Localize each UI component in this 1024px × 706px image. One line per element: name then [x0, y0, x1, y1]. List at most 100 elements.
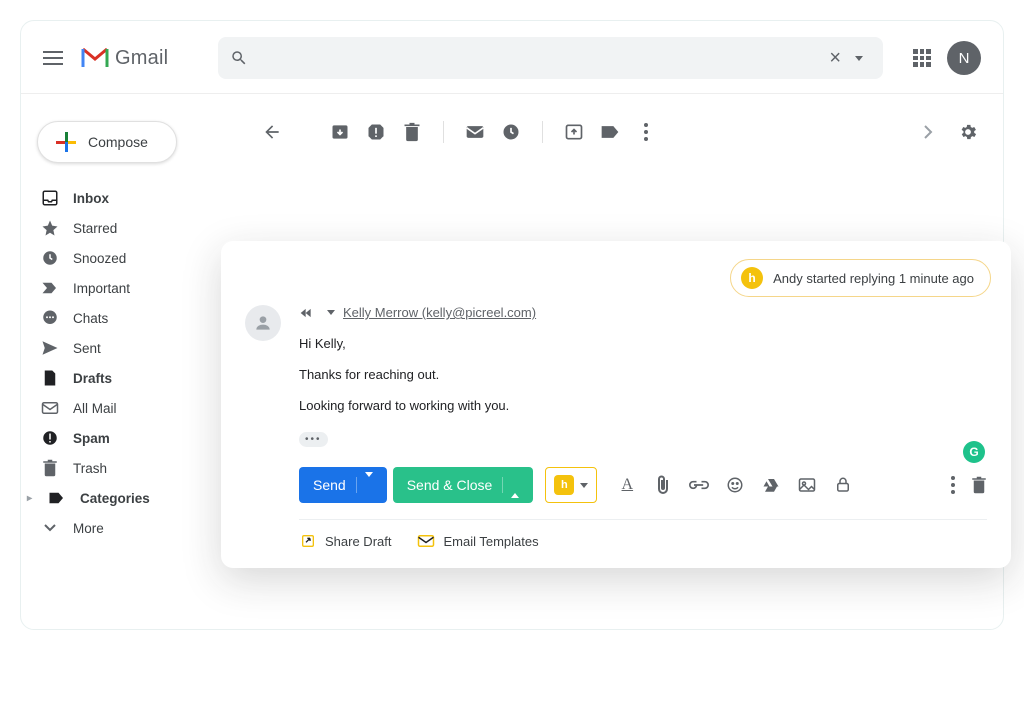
nav-label: All Mail — [73, 401, 117, 416]
chevron-right-icon: ▸ — [27, 493, 32, 504]
clock-icon — [41, 249, 59, 267]
compose-plus-icon — [56, 132, 76, 152]
report-spam-button[interactable] — [365, 121, 387, 143]
send-button[interactable]: Send — [299, 467, 387, 503]
back-button[interactable] — [261, 121, 283, 143]
compose-label: Compose — [88, 134, 148, 150]
sidebar-item-more[interactable]: More — [37, 513, 217, 543]
share-draft-label: Share Draft — [325, 534, 391, 549]
reply-type-caret-icon[interactable] — [327, 310, 335, 315]
search-icon — [230, 49, 248, 67]
message-toolbar — [261, 121, 979, 143]
sidebar-item-drafts[interactable]: Drafts — [37, 363, 217, 393]
search-clear-icon[interactable]: × — [823, 47, 847, 70]
collaboration-status-chip: h Andy started replying 1 minute ago — [730, 259, 991, 297]
app-name: Gmail — [115, 47, 168, 70]
chat-icon — [41, 309, 59, 327]
formatting-button[interactable]: A — [617, 475, 637, 495]
share-draft-icon — [299, 532, 317, 550]
labels-button[interactable] — [599, 121, 621, 143]
reply-all-icon[interactable] — [299, 306, 319, 320]
confidential-mode-button[interactable] — [833, 475, 853, 495]
nav-label: Categories — [80, 491, 150, 506]
nav-label: More — [73, 521, 104, 536]
sidebar-item-starred[interactable]: Starred — [37, 213, 217, 243]
send-and-close-button[interactable]: Send & Close — [393, 467, 534, 503]
sidebar-item-important[interactable]: Important — [37, 273, 217, 303]
compose-card: h Andy started replying 1 minute ago Kel… — [221, 241, 1011, 568]
insert-drive-button[interactable] — [761, 475, 781, 495]
body-line: Thanks for reaching out. — [299, 367, 987, 382]
gmail-m-icon — [81, 47, 109, 69]
insert-link-button[interactable] — [689, 475, 709, 495]
sidebar-item-snoozed[interactable]: Snoozed — [37, 243, 217, 273]
status-badge-icon: h — [741, 267, 763, 289]
sidebar-item-trash[interactable]: Trash — [37, 453, 217, 483]
nav-label: Starred — [73, 221, 117, 236]
archive-button[interactable] — [329, 121, 351, 143]
hiver-icon: h — [554, 475, 574, 495]
compose-body-text[interactable]: Hi Kelly, Thanks for reaching out. Looki… — [299, 336, 987, 413]
email-templates-icon — [417, 532, 435, 550]
settings-button[interactable] — [957, 121, 979, 143]
search-bar[interactable]: × — [218, 37, 883, 79]
search-options-caret-icon[interactable] — [855, 56, 863, 61]
star-icon — [41, 219, 59, 237]
send-close-options-caret-icon[interactable] — [502, 477, 519, 493]
drafts-icon — [41, 369, 59, 387]
share-draft-button[interactable]: Share Draft — [299, 532, 391, 550]
inbox-icon — [41, 189, 59, 207]
nav-label: Sent — [73, 341, 101, 356]
trash-icon — [41, 459, 59, 477]
snooze-button[interactable] — [500, 121, 522, 143]
delete-button[interactable] — [401, 121, 423, 143]
nav-label: Important — [73, 281, 130, 296]
menu-icon[interactable] — [43, 51, 63, 65]
nav-label: Snoozed — [73, 251, 126, 266]
show-trimmed-content[interactable]: ••• — [299, 432, 328, 447]
nav-label: Drafts — [73, 371, 112, 386]
sender-avatar — [245, 305, 281, 341]
move-to-button[interactable] — [563, 121, 585, 143]
sidebar-item-categories[interactable]: ▸ Categories — [37, 483, 217, 513]
status-text: Andy started replying 1 minute ago — [773, 271, 974, 286]
nav-label: Spam — [73, 431, 110, 446]
account-avatar[interactable]: N — [947, 41, 981, 75]
categories-icon — [48, 489, 66, 507]
apps-grid-icon[interactable] — [913, 49, 931, 67]
sidebar-item-inbox[interactable]: Inbox — [37, 183, 217, 213]
send-options-caret-icon[interactable] — [356, 477, 373, 493]
important-icon — [41, 279, 59, 297]
compose-button[interactable]: Compose — [37, 121, 177, 163]
compose-more-button[interactable] — [951, 476, 955, 494]
gmail-logo: Gmail — [81, 47, 168, 70]
sidebar-item-chats[interactable]: Chats — [37, 303, 217, 333]
recipient-address[interactable]: Kelly Merrow (kelly@picreel.com) — [343, 305, 536, 320]
nav-label: Chats — [73, 311, 108, 326]
spam-icon — [41, 429, 59, 447]
sidebar-item-allmail[interactable]: All Mail — [37, 393, 217, 423]
discard-draft-button[interactable] — [971, 476, 987, 494]
insert-emoji-button[interactable] — [725, 475, 745, 495]
nav-label: Trash — [73, 461, 107, 476]
sent-icon — [41, 339, 59, 357]
insert-photo-button[interactable] — [797, 475, 817, 495]
chevron-down-icon — [41, 519, 59, 537]
hiver-dropdown[interactable]: h — [545, 467, 597, 503]
email-templates-button[interactable]: Email Templates — [417, 532, 538, 550]
caret-down-icon — [580, 483, 588, 488]
nav-label: Inbox — [73, 191, 109, 206]
grammarly-icon[interactable]: G — [963, 441, 985, 463]
sidebar-item-spam[interactable]: Spam — [37, 423, 217, 453]
mark-unread-button[interactable] — [464, 121, 486, 143]
attach-button[interactable] — [653, 475, 673, 495]
body-line: Looking forward to working with you. — [299, 398, 987, 413]
mail-icon — [41, 399, 59, 417]
body-line: Hi Kelly, — [299, 336, 987, 351]
send-label: Send — [313, 477, 346, 493]
sidebar-item-sent[interactable]: Sent — [37, 333, 217, 363]
more-button[interactable] — [635, 121, 657, 143]
next-button[interactable] — [917, 121, 939, 143]
email-templates-label: Email Templates — [443, 534, 538, 549]
send-close-label: Send & Close — [407, 477, 493, 493]
